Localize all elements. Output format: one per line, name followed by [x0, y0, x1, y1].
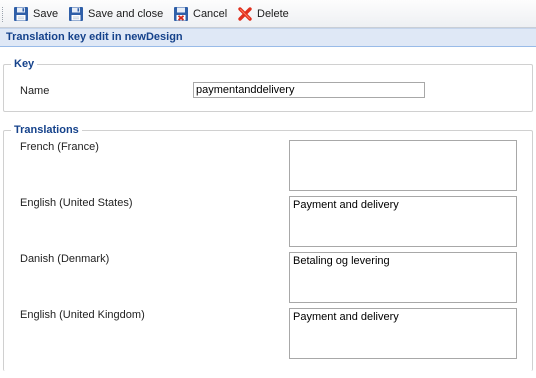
key-legend: Key: [11, 58, 38, 70]
save-label: Save: [33, 8, 59, 20]
cancel-label: Cancel: [193, 8, 228, 20]
save-and-close-button[interactable]: Save and close: [68, 5, 163, 23]
translation-textarea-english-us[interactable]: Payment and delivery: [289, 196, 517, 247]
translation-language-label: English (United States): [20, 197, 133, 209]
page-title: Translation key edit in newDesign: [6, 31, 183, 43]
page-title-bar: Translation key edit in newDesign: [0, 28, 536, 47]
translation-textarea-danish-denmark[interactable]: Betaling og levering: [289, 252, 517, 303]
delete-label: Delete: [257, 8, 289, 20]
floppy-disk-icon: [14, 7, 28, 21]
floppy-cancel-icon: [174, 7, 188, 21]
red-x-icon: [238, 7, 252, 21]
translation-language-label: Danish (Denmark): [20, 253, 110, 265]
delete-button[interactable]: Delete: [237, 5, 289, 23]
translation-textarea-french-france[interactable]: [289, 140, 517, 191]
translation-language-label: English (United Kingdom): [20, 309, 145, 321]
toolbar-grip: [2, 7, 4, 22]
toolbar: Save Save and close Cancel Delete: [0, 0, 536, 28]
translations-legend: Translations: [11, 124, 82, 136]
translation-textarea-english-uk[interactable]: Payment and delivery: [289, 308, 517, 359]
translation-key-editor: Save Save and close Cancel Delete Transl…: [0, 0, 536, 378]
cancel-button[interactable]: Cancel: [173, 5, 227, 23]
translation-language-label: French (France): [20, 141, 99, 153]
save-button[interactable]: Save: [13, 5, 58, 23]
floppy-disk-icon: [69, 7, 83, 21]
name-input[interactable]: [193, 82, 425, 98]
save-and-close-label: Save and close: [88, 8, 164, 20]
name-label: Name: [20, 85, 50, 97]
